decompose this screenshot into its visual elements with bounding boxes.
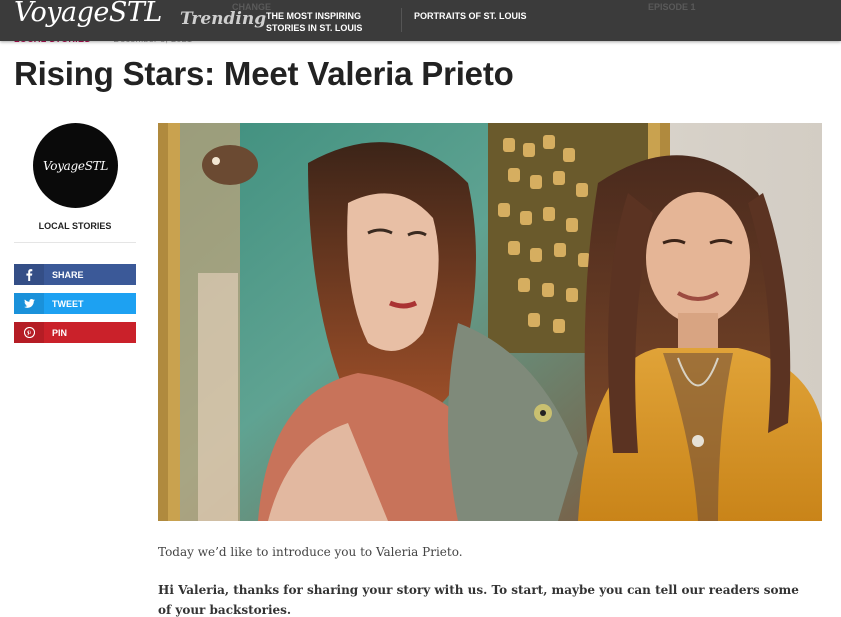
twitter-icon [14, 293, 44, 314]
sidebar-divider [14, 242, 136, 243]
article-intro: Today we’d like to introduce you to Vale… [158, 545, 463, 559]
trending-ghost-right: EPISODE 1 [648, 2, 696, 12]
article-title: Rising Stars: Meet Valeria Prieto [14, 55, 514, 92]
trending-divider [401, 8, 402, 32]
pinterest-icon [14, 322, 44, 343]
hero-photo-illustration [158, 123, 822, 521]
author-name[interactable]: LOCAL STORIES [14, 221, 136, 231]
site-logo[interactable]: VoyageSTL [14, 0, 162, 28]
facebook-icon [14, 264, 44, 285]
trending-link-inspiring-stories[interactable]: THE MOST INSPIRING STORIES IN ST. LOUIS [266, 10, 386, 34]
author-avatar[interactable]: VoyageSTL [33, 123, 118, 208]
twitter-tweet-label: TWEET [52, 298, 84, 309]
pinterest-pin-label: PIN [52, 327, 68, 338]
pinterest-pin-button[interactable]: PIN [14, 322, 136, 343]
interview-question: Hi Valeria, thanks for sharing your stor… [158, 583, 799, 617]
twitter-tweet-button[interactable]: TWEET [14, 293, 136, 314]
facebook-share-button[interactable]: SHARE [14, 264, 136, 285]
facebook-share-label: SHARE [52, 269, 84, 280]
trending-bar: VoyageSTL Trending CHANGE EPISODE 1 THE … [0, 0, 841, 41]
trending-link-portraits[interactable]: PORTRAITS OF ST. LOUIS [414, 10, 527, 22]
avatar-logo-text: VoyageSTL [43, 158, 108, 173]
trending-label: Trending [180, 9, 267, 29]
article-hero-image [158, 123, 822, 521]
